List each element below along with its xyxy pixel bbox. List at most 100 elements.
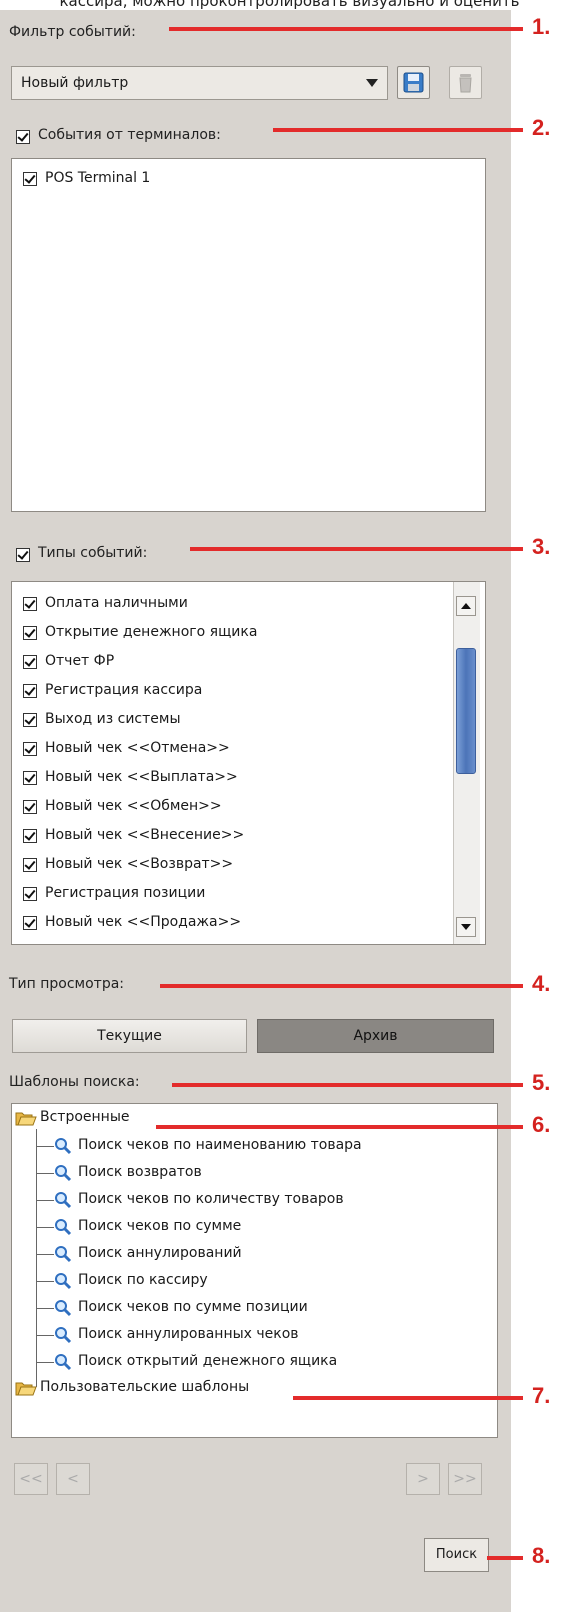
event-label: Новый чек <<Продажа>> [45,914,242,930]
event-checkbox[interactable] [23,800,37,814]
event-label: Новый чек <<Отмена>> [45,740,230,756]
event-checkbox[interactable] [23,858,37,872]
scroll-up-button[interactable] [456,596,476,616]
event-checkbox[interactable] [23,597,37,611]
templates-label: Шаблоны поиска: [9,1074,140,1090]
event-types-list[interactable]: Оплата наличными Открытие денежного ящик… [11,581,486,945]
event-checkbox[interactable] [23,771,37,785]
terminal-checkbox[interactable] [23,172,37,186]
event-label: Оплата наличными [45,595,188,611]
tree-item-label: Поиск чеков по сумме [78,1218,242,1234]
callout-line-3 [190,547,523,551]
view-type-label: Тип просмотра: [9,976,125,992]
event-checkbox[interactable] [23,655,37,669]
callout-number-5: 5. [532,1070,551,1095]
tree-item[interactable]: Поиск возвратов [52,1161,482,1185]
top-caption: кассира, можно проконтролировать визуаль… [59,0,520,10]
event-label: Новый чек <<Обмен>> [45,798,222,814]
event-checkbox[interactable] [23,887,37,901]
terminal-label: POS Terminal 1 [45,170,151,186]
save-filter-button[interactable] [397,66,430,99]
tree-item[interactable]: Поиск открытий денежного ящика [52,1350,482,1374]
tree-folder-label: Пользовательские шаблоны [40,1379,250,1395]
callout-line-8 [487,1556,523,1560]
tree-item[interactable]: Поиск аннулирований [52,1242,482,1266]
tree-item[interactable]: Поиск чеков по сумме [52,1215,482,1239]
tree-item-label: Поиск чеков по сумме позиции [78,1299,308,1315]
magnifier-icon [55,1273,72,1290]
tree-item[interactable]: Поиск по кассиру [52,1269,482,1293]
tree-item-label: Поиск аннулированных чеков [78,1326,299,1342]
list-item[interactable]: POS Terminal 1 [12,165,452,193]
event-types-scrollbar[interactable] [453,582,480,944]
event-checkbox[interactable] [23,713,37,727]
filter-select-value: Новый фильтр [21,75,129,91]
callout-number-6: 6. [532,1112,551,1137]
templates-tree[interactable]: Встроенные Поиск чеков по наименованию т… [11,1103,498,1438]
callout-number-2: 2. [532,115,551,140]
tree-item[interactable]: Поиск аннулированных чеков [52,1323,482,1347]
first-page-button[interactable]: << [14,1463,48,1495]
callout-line-6 [156,1125,523,1129]
event-types-checkbox[interactable] [16,548,30,562]
tree-item-label: Поиск возвратов [78,1164,202,1180]
view-archive-button[interactable]: Архив [257,1019,494,1053]
magnifier-icon [55,1354,72,1371]
next-page-button[interactable]: > [406,1463,440,1495]
scroll-thumb[interactable] [456,648,476,774]
event-types-label: Типы событий: [38,545,148,561]
terminals-label: События от терминалов: [38,127,221,143]
event-label: Новый чек <<Выплата>> [45,769,238,785]
tree-item[interactable]: Поиск чеков по сумме позиции [52,1296,482,1320]
event-label: Выход из системы [45,711,181,727]
callout-line-4 [160,984,523,988]
terminals-checkbox[interactable] [16,130,30,144]
view-current-button[interactable]: Текущие [12,1019,247,1053]
callout-number-1: 1. [532,14,551,39]
callout-line-1 [169,27,523,31]
event-checkbox[interactable] [23,916,37,930]
trash-can-icon [459,74,472,93]
event-label: Регистрация кассира [45,682,203,698]
prev-page-button[interactable]: < [56,1463,90,1495]
tree-item[interactable]: Поиск чеков по наименованию товара [52,1134,482,1158]
arrow-down-icon [461,924,471,930]
filter-label: Фильтр событий: [9,24,136,40]
tree-item-label: Поиск чеков по наименованию товара [78,1137,362,1153]
terminals-list[interactable]: POS Terminal 1 [11,158,486,512]
callout-number-3: 3. [532,534,551,559]
event-label: Отчет ФР [45,653,115,669]
floppy-disk-icon [403,72,424,93]
callout-number-7: 7. [532,1383,551,1408]
callout-line-2 [273,128,523,132]
magnifier-icon [55,1165,72,1182]
tree-item-label: Поиск по кассиру [78,1272,208,1288]
event-checkbox[interactable] [23,742,37,756]
magnifier-icon [55,1327,72,1344]
callout-line-5 [172,1083,523,1087]
arrow-up-icon [461,603,471,609]
scroll-down-button[interactable] [456,917,476,937]
magnifier-icon [55,1219,72,1236]
filter-panel: Фильтр событий: Новый фильтр События от … [0,10,511,1612]
filter-select[interactable]: Новый фильтр [11,66,388,100]
last-page-button[interactable]: >> [448,1463,482,1495]
tree-item-label: Поиск чеков по количеству товаров [78,1191,344,1207]
event-checkbox[interactable] [23,626,37,640]
event-label: Новый чек <<Внесение>> [45,827,245,843]
callout-line-7 [293,1396,523,1400]
delete-filter-button[interactable] [449,66,482,99]
folder-open-icon [15,1382,37,1396]
callout-number-8: 8. [532,1543,551,1568]
magnifier-icon [55,1192,72,1209]
event-checkbox[interactable] [23,829,37,843]
event-label: Открытие денежного ящика [45,624,258,640]
search-button[interactable]: Поиск [424,1538,489,1572]
magnifier-icon [55,1246,72,1263]
tree-item[interactable]: Поиск чеков по количеству товаров [52,1188,482,1212]
tree-item-label: Поиск аннулирований [78,1245,242,1261]
chevron-down-icon[interactable] [366,79,378,87]
event-checkbox[interactable] [23,684,37,698]
event-label: Регистрация позиции [45,885,206,901]
magnifier-icon [55,1138,72,1155]
